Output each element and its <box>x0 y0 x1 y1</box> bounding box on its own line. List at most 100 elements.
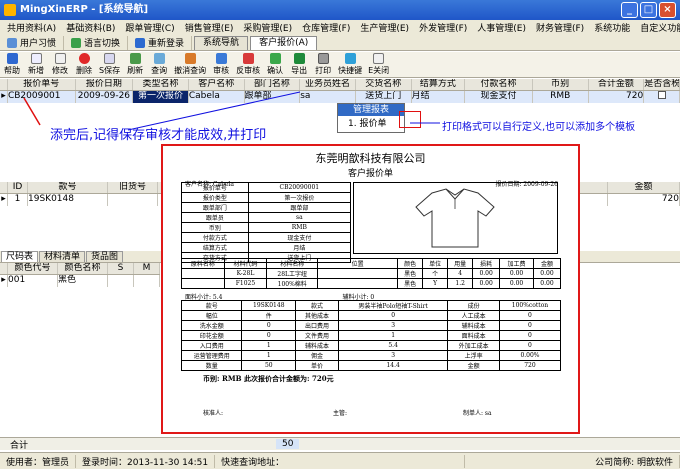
annotation-template: 打印格式可以自行定义,也可以添加多个模板 <box>442 122 636 133</box>
tab-system-nav[interactable]: 系统导航 <box>194 35 249 50</box>
globe-icon <box>71 37 82 48</box>
refresh-icon <box>129 53 141 64</box>
preview-maker: 制单人: sa <box>463 410 492 417</box>
preview-title: 客户报价单 <box>347 169 393 179</box>
relogin-button[interactable]: 重新登录 <box>128 35 193 50</box>
user-icon <box>7 37 17 48</box>
status-user: 使用者：管理员 <box>0 454 77 468</box>
help-icon <box>6 53 18 64</box>
preview-material-table: 原料名称 材料代码 材料名称 位置 颜色 单位 用量 损耗 加工费 金额 K-28L 28L工字纽黑… <box>181 258 562 289</box>
cancel-query-button[interactable]: 撤消查询 <box>171 52 209 77</box>
help-button[interactable]: 帮助 <box>0 52 24 77</box>
menu-order[interactable]: 跟单管理(C) <box>120 21 179 34</box>
size-grid: 颜色代号 颜色名称 S M ▸ 001 黑色 <box>0 263 160 287</box>
col-payment[interactable]: 付款名称 <box>465 79 533 90</box>
preview-supervisor: 主管: <box>333 410 348 417</box>
quick-bar: 用户习惯 语言切换 重新登录 系统导航 客户报价(A) <box>0 35 680 51</box>
menu-production[interactable]: 生产管理(E) <box>355 21 414 34</box>
status-bar: 使用者：管理员 登录时间：2013-11-30 14:51 快速查询地址： 公司… <box>0 452 680 469</box>
title-bar: MingXinERP - [系统导航] _ □ × <box>0 0 680 20</box>
approve-icon <box>215 53 227 64</box>
language-button[interactable]: 语言切换 <box>64 35 129 50</box>
keyboard-icon <box>344 53 356 64</box>
preview-total-line: 币别: RMB 此次报价合计金额为: 720元 <box>203 374 334 383</box>
query-button[interactable]: 查询 <box>147 52 171 77</box>
toolbar: 帮助 新增 修改 删除 S保存 刷新 查询 撤消查询 审核 反审核 确认 导出 … <box>0 52 680 78</box>
login-icon <box>135 37 146 48</box>
save-button[interactable]: S保存 <box>96 52 123 77</box>
menu-sales[interactable]: 销售管理(E) <box>180 21 239 34</box>
preview-company: 东莞明歆科技有限公司 <box>315 152 426 165</box>
tab-product-image[interactable]: 货品图 <box>86 251 124 262</box>
close-module-button[interactable]: E关闭 <box>365 52 392 77</box>
new-icon <box>30 53 42 64</box>
menu-basic[interactable]: 基础资料(B) <box>61 21 120 34</box>
export-button[interactable]: 导出 <box>287 52 311 77</box>
new-button[interactable]: 新增 <box>24 52 48 77</box>
approve-button[interactable]: 审核 <box>209 52 233 77</box>
summary-value: 50 <box>276 439 300 449</box>
menu-system[interactable]: 系统功能 <box>589 21 635 34</box>
cancel-query-icon <box>184 53 196 64</box>
menu-outsource[interactable]: 外发管理(F) <box>414 21 472 34</box>
report-popup: 管理报表 1. 报价单 <box>337 103 405 133</box>
delete-icon <box>78 53 90 64</box>
report-popup-header: 管理报表 <box>338 104 404 116</box>
col-type[interactable]: 类型名称 <box>133 79 189 90</box>
app-icon <box>4 4 16 16</box>
user-habits-button[interactable]: 用户习惯 <box>0 35 65 50</box>
edit-button[interactable]: 修改 <box>48 52 72 77</box>
menu-shared[interactable]: 共用资料(A) <box>2 21 61 34</box>
report-quote-item[interactable]: 1. 报价单 <box>338 116 404 132</box>
menu-bar: 共用资料(A) 基础资料(B) 跟单管理(C) 销售管理(E) 采购管理(E) … <box>0 20 680 35</box>
search-icon <box>153 53 165 64</box>
shortcut-button[interactable]: 快捷键 <box>335 52 365 77</box>
status-login-time: 登录时间：2013-11-30 14:51 <box>76 454 216 468</box>
menu-finance[interactable]: 财务管理(F) <box>531 21 589 34</box>
status-company: 公司简称: 明歆软件 <box>589 454 680 468</box>
col-salesman[interactable]: 业务员姓名 <box>300 79 356 90</box>
quote-grid: 报价单号 报价日期 类型名称 客户名称 部门名称 业务员姓名 交货名称 结算方式… <box>0 79 680 103</box>
confirm-button[interactable]: 确认 <box>263 52 287 77</box>
window-title: MingXinERP - [系统导航] <box>20 4 149 15</box>
delete-button[interactable]: 删除 <box>72 52 96 77</box>
product-image-frame <box>353 182 558 254</box>
menu-warehouse[interactable]: 仓库管理(F) <box>297 21 355 34</box>
close-button[interactable]: × <box>659 2 676 18</box>
col-settlement[interactable]: 结算方式 <box>412 79 466 90</box>
menu-hr[interactable]: 人事管理(E) <box>472 21 531 34</box>
excel-icon <box>293 53 305 64</box>
col-total[interactable]: 合计金额 <box>589 79 645 90</box>
col-currency[interactable]: 币别 <box>533 79 589 90</box>
minimize-button[interactable]: _ <box>621 2 638 18</box>
tab-customer-quote[interactable]: 客户报价(A) <box>250 35 318 50</box>
print-button[interactable]: 打印 <box>311 52 335 77</box>
preview-approver: 核准人: <box>203 410 224 417</box>
preview-cost-table: 款号 19SK0148 款式 男装半袖Polo短袖T-Shirt 成份 100%cotto… <box>180 300 562 371</box>
preview-info-table: 报价单号 CB20090001 报价类型 第一次报价 跟单部门 跟单部 跟单员 sa 币… <box>181 182 352 263</box>
col-dept[interactable]: 部门名称 <box>245 79 301 90</box>
col-tax[interactable]: 是否含税 <box>644 79 680 90</box>
col-quote-date[interactable]: 报价日期 <box>76 79 134 90</box>
annotation-save-print: 添完后,记得保存审核才能成效,并打印 <box>50 128 267 143</box>
refresh-button[interactable]: 刷新 <box>123 52 147 77</box>
summary-bar: 合计 50 <box>0 437 680 451</box>
table-row[interactable]: ▸ 001 黑色 <box>0 275 160 287</box>
printer-icon <box>317 53 329 64</box>
menu-custom[interactable]: 自定义功能 <box>635 21 680 34</box>
tax-checkbox[interactable] <box>657 91 666 99</box>
maximize-button[interactable]: □ <box>640 2 657 18</box>
quote-grid-header: 报价单号 报价日期 类型名称 客户名称 部门名称 业务员姓名 交货名称 结算方式… <box>0 79 680 91</box>
unapprove-button[interactable]: 反审核 <box>233 52 263 77</box>
save-icon <box>104 53 116 64</box>
status-query: 快速查询地址： <box>215 454 466 468</box>
menu-purchase[interactable]: 采购管理(E) <box>238 21 297 34</box>
col-customer[interactable]: 客户名称 <box>189 79 245 90</box>
table-row[interactable]: ▸ CB2009001 2009-09-26 第一次报价 Cabela 跟单部 … <box>0 91 680 103</box>
col-quote-no[interactable]: 报价单号 <box>8 79 76 90</box>
tab-bom[interactable]: 材料清单 <box>39 251 86 262</box>
tab-size-table[interactable]: 尺码表 <box>1 251 39 262</box>
highlight-box <box>399 111 421 128</box>
summary-label: 合计 <box>10 440 29 451</box>
col-delivery[interactable]: 交货名称 <box>356 79 412 90</box>
